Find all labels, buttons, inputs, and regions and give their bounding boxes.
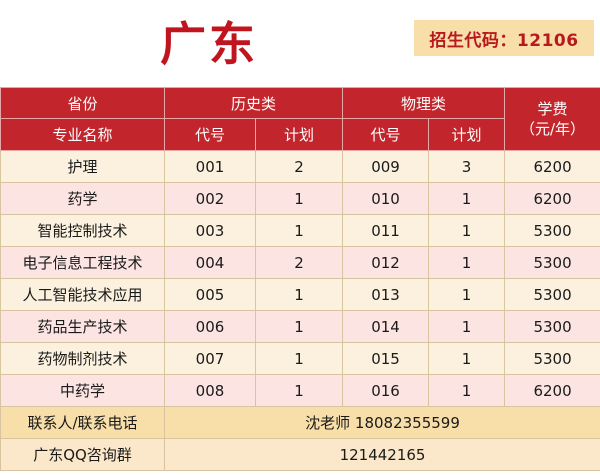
- physics-code-cell: 010: [342, 182, 430, 215]
- header-physics-code: 代号: [342, 118, 430, 151]
- enroll-code-badge: 招生代码：12106: [414, 20, 594, 56]
- qq-value: 121442165: [163, 438, 600, 471]
- enrollment-table: 省份 历史类 物理类 学费 （元/年） 专业名称 代号 计划 代号 计划 护理 …: [0, 87, 600, 471]
- table-row: 人工智能技术应用 005 1 013 1 5300: [0, 278, 600, 311]
- physics-plan-cell: 1: [428, 310, 506, 343]
- fee-cell: 6200: [504, 374, 600, 407]
- header-fee: 学费 （元/年）: [504, 87, 600, 151]
- history-code-cell: 003: [164, 214, 256, 247]
- history-code-cell: 008: [164, 374, 256, 407]
- qq-label: 广东QQ咨询群: [0, 438, 165, 471]
- physics-plan-cell: 1: [428, 246, 506, 279]
- table-row: 智能控制技术 003 1 011 1 5300: [0, 214, 600, 247]
- history-code-cell: 006: [164, 310, 256, 343]
- fee-cell: 5300: [504, 310, 600, 343]
- header-history-code: 代号: [164, 118, 256, 151]
- history-code-cell: 005: [164, 278, 256, 311]
- fee-cell: 5300: [504, 214, 600, 247]
- physics-code-cell: 015: [342, 342, 430, 375]
- fee-cell: 6200: [504, 150, 600, 183]
- physics-plan-cell: 1: [428, 374, 506, 407]
- table-row: 电子信息工程技术 004 2 012 1 5300: [0, 246, 600, 279]
- table-row: 药学 002 1 010 1 6200: [0, 182, 600, 215]
- history-plan-cell: 1: [254, 214, 344, 247]
- physics-plan-cell: 1: [428, 214, 506, 247]
- table-row: 药物制剂技术 007 1 015 1 5300: [0, 342, 600, 375]
- table-row: 护理 001 2 009 3 6200: [0, 150, 600, 183]
- major-cell: 护理: [0, 150, 165, 183]
- history-code-cell: 007: [164, 342, 256, 375]
- history-plan-cell: 2: [254, 246, 344, 279]
- header-province: 省份: [0, 87, 165, 119]
- physics-plan-cell: 1: [428, 342, 506, 375]
- header-major: 专业名称: [0, 118, 165, 151]
- fee-cell: 5300: [504, 278, 600, 311]
- history-plan-cell: 1: [254, 278, 344, 311]
- physics-code-cell: 014: [342, 310, 430, 343]
- history-code-cell: 002: [164, 182, 256, 215]
- header-physics: 物理类: [342, 87, 506, 119]
- table-row: 药品生产技术 006 1 014 1 5300: [0, 310, 600, 343]
- header-history: 历史类: [163, 87, 344, 119]
- history-code-cell: 004: [164, 246, 256, 279]
- table-row: 中药学 008 1 016 1 6200: [0, 374, 600, 407]
- fee-cell: 5300: [504, 246, 600, 279]
- header-physics-plan: 计划: [428, 118, 506, 151]
- contact-label: 联系人/联系电话: [0, 406, 165, 439]
- history-plan-cell: 1: [254, 310, 344, 343]
- physics-plan-cell: 1: [428, 182, 506, 215]
- physics-code-cell: 013: [342, 278, 430, 311]
- physics-plan-cell: 3: [428, 150, 506, 183]
- history-code-cell: 001: [164, 150, 256, 183]
- history-plan-cell: 1: [254, 374, 344, 407]
- physics-code-cell: 016: [342, 374, 430, 407]
- major-cell: 药学: [0, 182, 165, 215]
- history-plan-cell: 1: [254, 182, 344, 215]
- major-cell: 人工智能技术应用: [0, 278, 165, 311]
- history-plan-cell: 1: [254, 342, 344, 375]
- header-history-plan: 计划: [254, 118, 344, 151]
- major-cell: 药物制剂技术: [0, 342, 165, 375]
- contact-row: 联系人/联系电话 沈老师 18082355599: [0, 406, 600, 439]
- fee-cell: 5300: [504, 342, 600, 375]
- major-cell: 电子信息工程技术: [0, 246, 165, 279]
- physics-code-cell: 011: [342, 214, 430, 247]
- physics-code-cell: 012: [342, 246, 430, 279]
- qq-row: 广东QQ咨询群 121442165: [0, 438, 600, 471]
- major-cell: 中药学: [0, 374, 165, 407]
- physics-code-cell: 009: [342, 150, 430, 183]
- fee-cell: 6200: [504, 182, 600, 215]
- major-cell: 药品生产技术: [0, 310, 165, 343]
- physics-plan-cell: 1: [428, 278, 506, 311]
- history-plan-cell: 2: [254, 150, 344, 183]
- page-title: 广东: [160, 17, 258, 71]
- table-body: 护理 001 2 009 3 6200 药学 002 1 010 1 6200 …: [0, 150, 600, 471]
- contact-value: 沈老师 18082355599: [163, 406, 600, 439]
- major-cell: 智能控制技术: [0, 214, 165, 247]
